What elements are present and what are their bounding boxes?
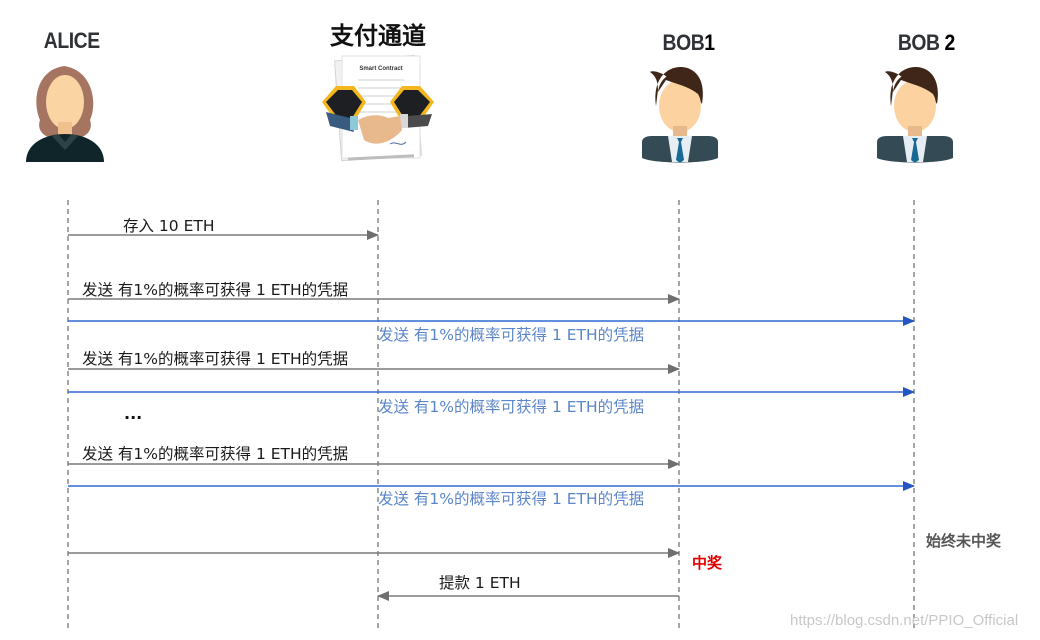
message-label-send1-bob1: 发送 有1%的概率可获得 1 ETH的凭据: [82, 281, 349, 299]
message-label-send1-bob2: 发送 有1%的概率可获得 1 ETH的凭据: [378, 326, 645, 344]
ellipsis-more-messages: ...: [124, 404, 143, 423]
message-label-send3-bob2: 发送 有1%的概率可获得 1 ETH的凭据: [378, 490, 645, 508]
message-label-deposit: 存入 10 ETH: [123, 217, 215, 235]
message-label-withdraw: 提款 1 ETH: [439, 574, 521, 592]
message-label-send2-bob2: 发送 有1%的概率可获得 1 ETH的凭据: [378, 398, 645, 416]
message-label-send2-bob1: 发送 有1%的概率可获得 1 ETH的凭据: [82, 350, 349, 368]
note-bob1-win: 中奖: [692, 554, 723, 572]
note-bob2-never-win: 始终未中奖: [926, 532, 1002, 550]
watermark-text: https://blog.csdn.net/PPIO_Official: [790, 612, 1019, 629]
message-label-send3-bob1: 发送 有1%的概率可获得 1 ETH的凭据: [82, 445, 349, 463]
sequence-diagram: [67, 200, 915, 630]
